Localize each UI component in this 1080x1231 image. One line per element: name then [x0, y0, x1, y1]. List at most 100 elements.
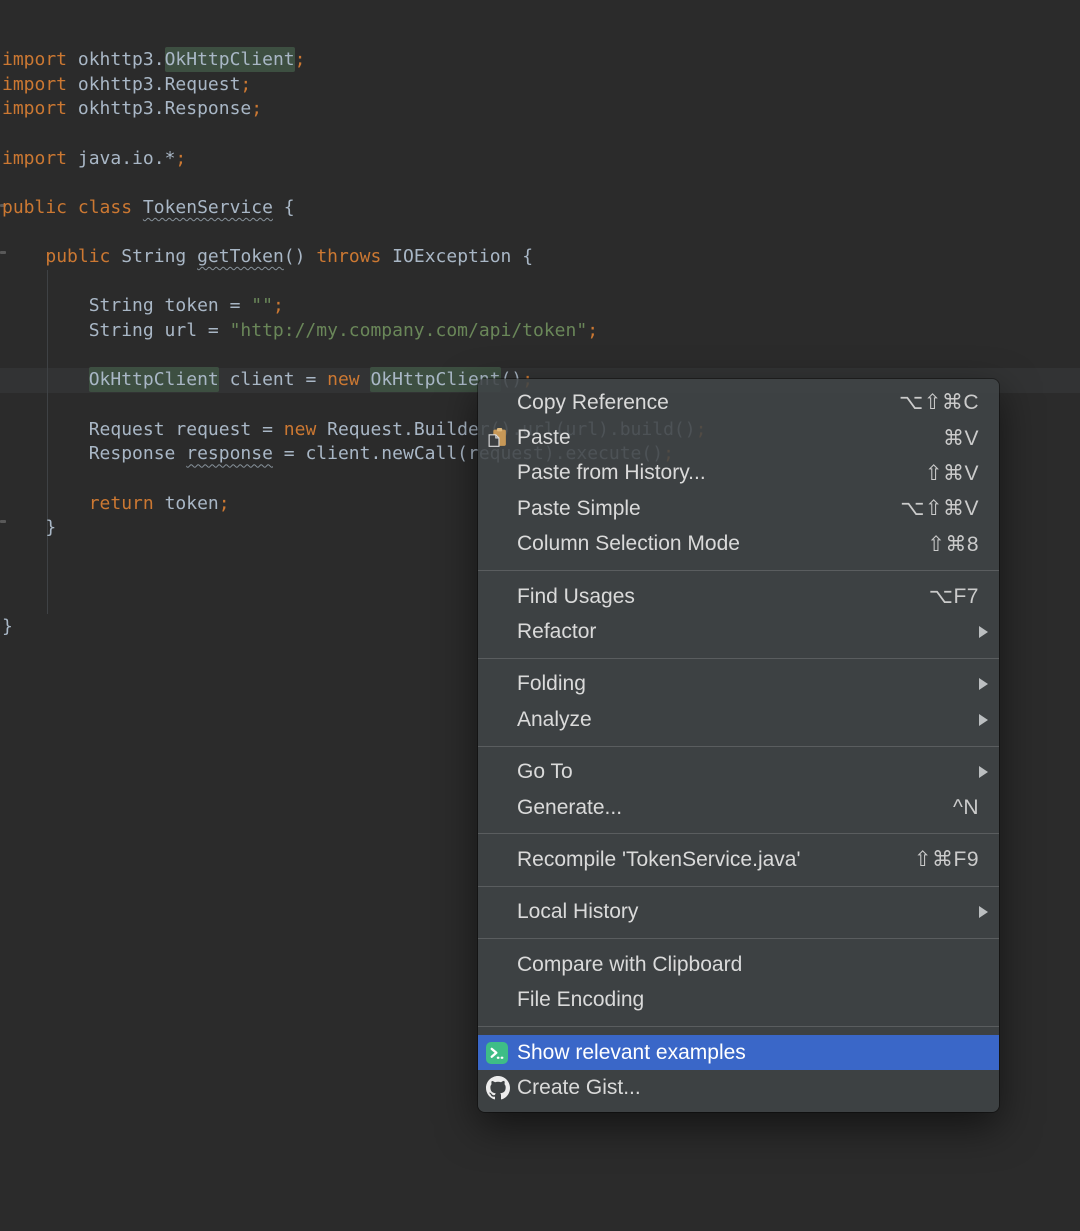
- menu-item-paste-from-history[interactable]: Paste from History... ⇧⌘V: [478, 456, 999, 491]
- code-token: token: [153, 492, 219, 514]
- code-token: public: [45, 246, 111, 268]
- code-token: IOException {: [381, 246, 534, 268]
- code-line: import okhttp3.OkHttpClient;: [2, 47, 706, 73]
- menu-item-label: Refactor: [517, 620, 597, 644]
- menu-item-shortcut: ⌥⇧⌘V: [900, 497, 979, 521]
- code-token: throws: [316, 246, 382, 268]
- code-token: java.io.*: [67, 147, 176, 169]
- code-token: (): [283, 246, 317, 268]
- ide-window: import okhttp3.OkHttpClient; import okhtt…: [0, 0, 1080, 1231]
- code-token: new: [327, 369, 360, 391]
- code-token: ;: [587, 320, 599, 342]
- code-token: String url =: [2, 320, 230, 342]
- menu-item-recompile-tokenservice-java[interactable]: Recompile 'TokenService.java' ⇧⌘F9: [478, 842, 999, 877]
- code-token: "": [251, 295, 273, 317]
- menu-item-label: Local History: [517, 900, 639, 924]
- code-token: }: [2, 615, 13, 637]
- menu-item-label: Paste from History...: [517, 461, 706, 485]
- submenu-arrow-icon: [978, 677, 989, 691]
- menu-item-folding[interactable]: Folding: [478, 667, 999, 702]
- menu-item-label: Find Usages: [517, 584, 635, 608]
- highlighted-identifier: OkHttpClient: [88, 367, 219, 393]
- menu-item-paste[interactable]: Paste ⌘V: [478, 420, 999, 455]
- menu-separator: [478, 1025, 999, 1027]
- editor-context-menu: Copy Reference ⌥⇧⌘C Paste ⌘V Paste from Hist…: [478, 379, 999, 1112]
- menu-separator: [478, 833, 999, 835]
- code-token: import: [2, 49, 68, 70]
- menu-item-shortcut: ⌘V: [942, 426, 979, 450]
- menu-item-shortcut: ⇧⌘F9: [913, 848, 979, 872]
- code-line: String url = "http://my.company.com/api/…: [2, 319, 706, 344]
- code-token: public class: [2, 196, 133, 218]
- code-token: ;: [240, 73, 252, 95]
- menu-item-show-relevant-examples[interactable]: Show relevant examples: [478, 1034, 999, 1071]
- menu-item-label: Paste Simple: [517, 496, 641, 520]
- menu-item-label: Compare with Clipboard: [517, 952, 743, 976]
- menu-item-paste-simple[interactable]: Paste Simple ⌥⇧⌘V: [478, 491, 999, 526]
- code-token: import: [2, 73, 68, 95]
- menu-separator: [478, 745, 999, 747]
- menu-item-label: Analyze: [517, 707, 592, 731]
- submenu-arrow-icon: [978, 905, 989, 919]
- menu-item-shortcut: ⇧⌘V: [924, 461, 979, 485]
- menu-item-shortcut: ⌥F7: [928, 585, 979, 609]
- menu-item-generate[interactable]: Generate... ^N: [478, 790, 999, 825]
- code-token: okhttp3.: [67, 49, 165, 70]
- menu-item-compare-with-clipboard[interactable]: Compare with Clipboard: [478, 947, 999, 982]
- menu-item-shortcut: ^N: [952, 795, 979, 819]
- code-token: }: [2, 517, 57, 539]
- menu-item-find-usages[interactable]: Find Usages ⌥F7: [478, 579, 999, 614]
- code-token: ;: [294, 49, 306, 70]
- menu-separator: [478, 885, 999, 887]
- menu-item-copy-reference[interactable]: Copy Reference ⌥⇧⌘C: [478, 385, 999, 420]
- code-token: String token =: [2, 295, 252, 317]
- code-token: import: [2, 147, 68, 169]
- code-line: String token = "";: [2, 294, 706, 319]
- menu-item-refactor[interactable]: Refactor: [478, 614, 999, 649]
- menu-item-label: File Encoding: [517, 988, 645, 1012]
- code-token: getToken: [197, 246, 284, 268]
- menu-item-label: Column Selection Mode: [517, 532, 740, 556]
- paste-icon: [486, 427, 517, 450]
- menu-item-label: Copy Reference: [517, 390, 669, 414]
- code-token: ;: [251, 98, 263, 120]
- code-token: client =: [218, 369, 328, 391]
- highlighted-identifier: OkHttpClient: [164, 47, 295, 72]
- code-token: Request request =: [2, 418, 284, 440]
- terminal-icon: [486, 1041, 517, 1064]
- menu-item-go-to[interactable]: Go To: [478, 755, 999, 790]
- menu-item-column-selection-mode[interactable]: Column Selection Mode ⇧⌘8: [478, 527, 999, 562]
- github-icon: [486, 1075, 517, 1100]
- code-line: public String getToken() throws IOExcept…: [2, 245, 706, 270]
- menu-item-label: Show relevant examples: [517, 1040, 746, 1064]
- code-token: {: [272, 196, 295, 218]
- code-token: ;: [175, 147, 187, 169]
- code-line: import okhttp3.Response;: [2, 97, 706, 122]
- menu-item-label: Generate...: [517, 795, 623, 819]
- code-token: TokenService: [142, 196, 273, 218]
- menu-item-analyze[interactable]: Analyze: [478, 702, 999, 737]
- code-token: new: [283, 418, 317, 440]
- code-line: public class TokenService {: [2, 196, 706, 221]
- code-token: response: [186, 443, 273, 465]
- code-token: okhttp3.Response: [67, 98, 252, 120]
- code-token: import: [2, 98, 68, 120]
- code-token: "http://my.company.com/api/token": [229, 320, 588, 342]
- code-token: String: [110, 246, 198, 268]
- menu-separator: [478, 569, 999, 571]
- menu-item-create-gist[interactable]: Create Gist...: [478, 1070, 999, 1105]
- menu-item-local-history[interactable]: Local History: [478, 895, 999, 930]
- menu-item-file-encoding[interactable]: File Encoding: [478, 982, 999, 1017]
- code-line: import java.io.*;: [2, 147, 706, 172]
- menu-separator: [478, 938, 999, 940]
- menu-item-label: Go To: [517, 760, 573, 784]
